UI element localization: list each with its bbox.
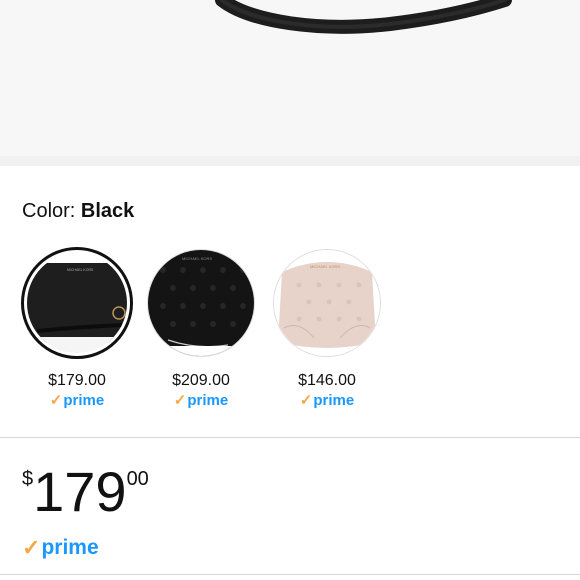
prime-badge: ✓ prime (173, 391, 229, 410)
selected-color-value: Black (80, 200, 135, 222)
swatch-black[interactable]: MICHAEL KORS $179.00 ✓ prime (21, 247, 133, 410)
color-swatches: MICHAEL KORS $179.00 ✓ prime MICHAEL KORS (0, 247, 580, 420)
prime-badge: ✓ prime (49, 391, 105, 410)
check-icon: ✓ (299, 392, 313, 409)
svg-text:MICHAEL KORS: MICHAEL KORS (310, 264, 340, 269)
black-bag-thumbnail: MICHAEL KORS (27, 253, 127, 353)
prime-label: prime (313, 391, 355, 409)
prime-badge-large: ✓ prime (22, 535, 99, 561)
svg-text:MICHAEL KORS: MICHAEL KORS (67, 268, 94, 272)
pink-bag-thumbnail: MICHAEL KORS (274, 250, 380, 356)
prime-label: prime (63, 391, 105, 409)
price-currency: $ (22, 468, 34, 490)
swatch-price: $146.00 (298, 372, 356, 389)
swatch-soft-pink[interactable]: MICHAEL KORS $146.00 ✓ prime (272, 250, 382, 410)
check-icon: ✓ (49, 392, 63, 409)
price-whole: 179 (33, 460, 127, 523)
check-icon: ✓ (22, 535, 41, 560)
swatch-thumbnail[interactable]: MICHAEL KORS (21, 247, 133, 359)
swatch-thumbnail[interactable]: MICHAEL KORS (148, 250, 254, 356)
product-price: $ 179 00 (22, 462, 149, 522)
svg-text:MICHAEL KORS: MICHAEL KORS (182, 256, 212, 261)
prime-badge: ✓ prime (299, 391, 355, 410)
section-separator (0, 156, 580, 166)
swatch-thumbnail[interactable]: MICHAEL KORS (274, 250, 380, 356)
swatch-price: $209.00 (172, 372, 230, 389)
signature-bag-thumbnail: MICHAEL KORS (148, 250, 254, 356)
price-fraction: 00 (126, 468, 149, 490)
prime-label: prime (41, 536, 99, 559)
bag-strap-image (215, 0, 512, 34)
prime-label: prime (187, 391, 229, 409)
swatch-black-signature[interactable]: MICHAEL KORS $209.00 ✓ prime (146, 250, 256, 410)
product-image[interactable] (0, 0, 580, 156)
check-icon: ✓ (173, 392, 187, 409)
divider (0, 437, 580, 438)
swatch-price: $179.00 (48, 372, 106, 389)
color-label-text: Color: (22, 200, 81, 222)
divider (0, 574, 580, 575)
color-label: Color: Black (22, 200, 134, 223)
